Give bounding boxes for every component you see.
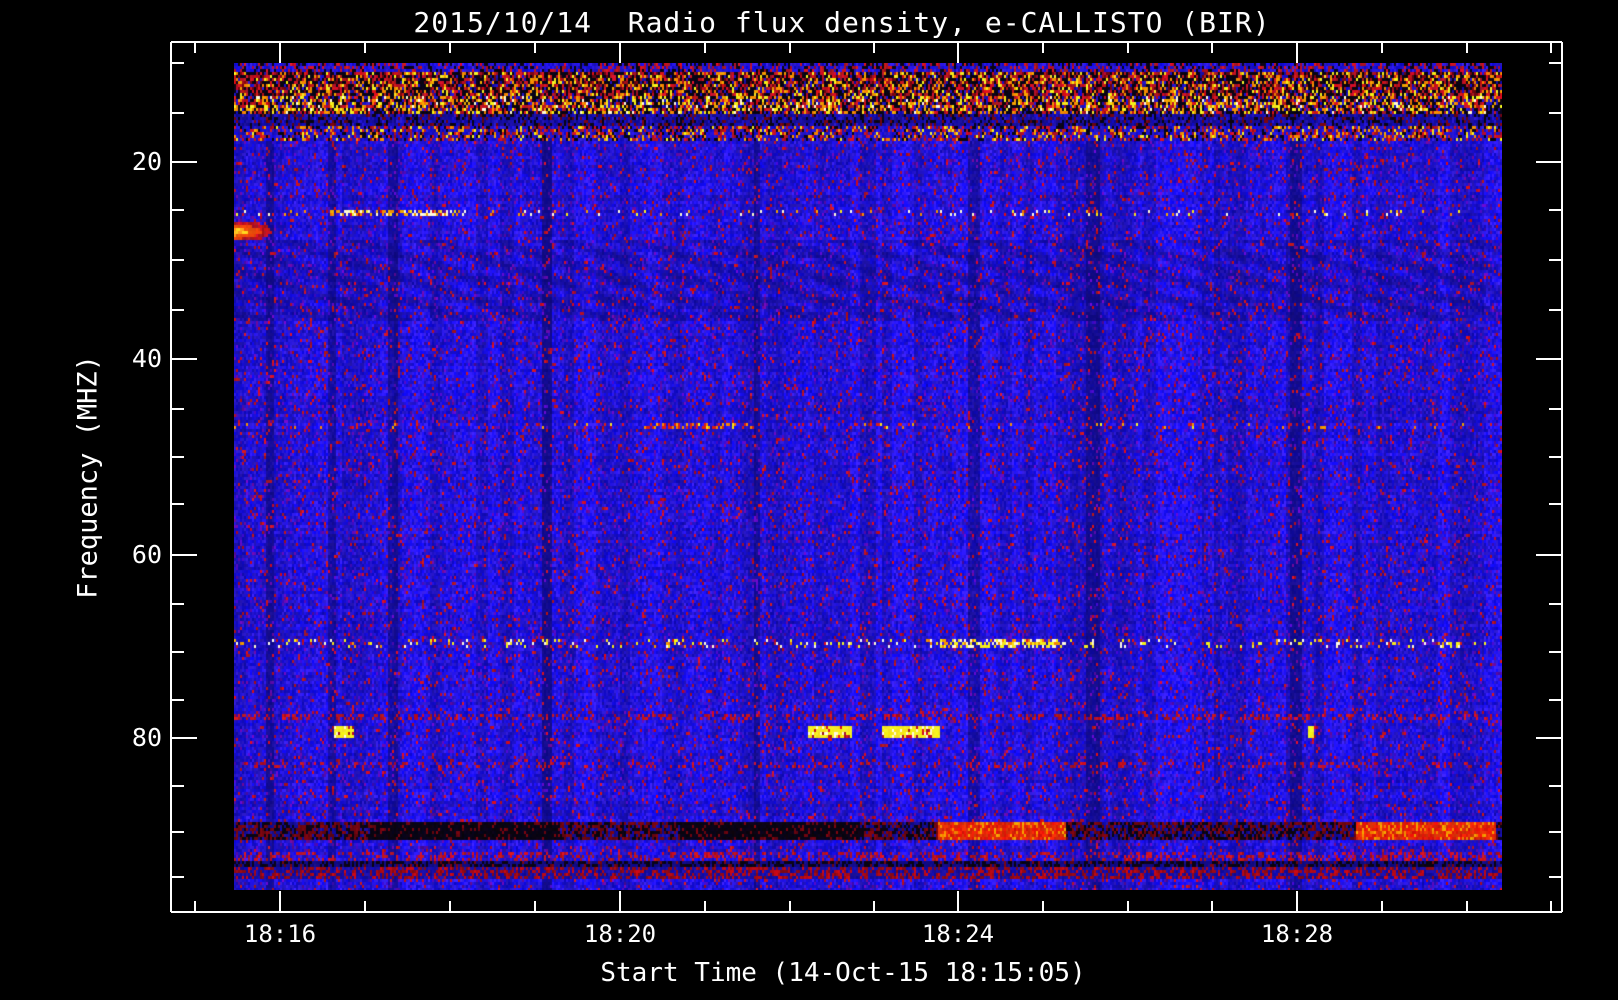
- spectrogram-page: 2015/10/14 Radio flux density, e-CALLIST…: [0, 0, 1618, 1000]
- axes-overlay: [170, 41, 1563, 913]
- y-tick-label: 40: [131, 344, 162, 373]
- y-tick-label: 60: [131, 540, 162, 569]
- x-tick-label: 18:28: [1260, 920, 1334, 948]
- y-tick-label: 20: [131, 147, 162, 176]
- y-tick-label: 80: [131, 723, 162, 752]
- x-tick-label: 18:24: [921, 920, 995, 948]
- x-tick-label: 18:20: [583, 920, 657, 948]
- x-tick-label: 18:16: [243, 920, 317, 948]
